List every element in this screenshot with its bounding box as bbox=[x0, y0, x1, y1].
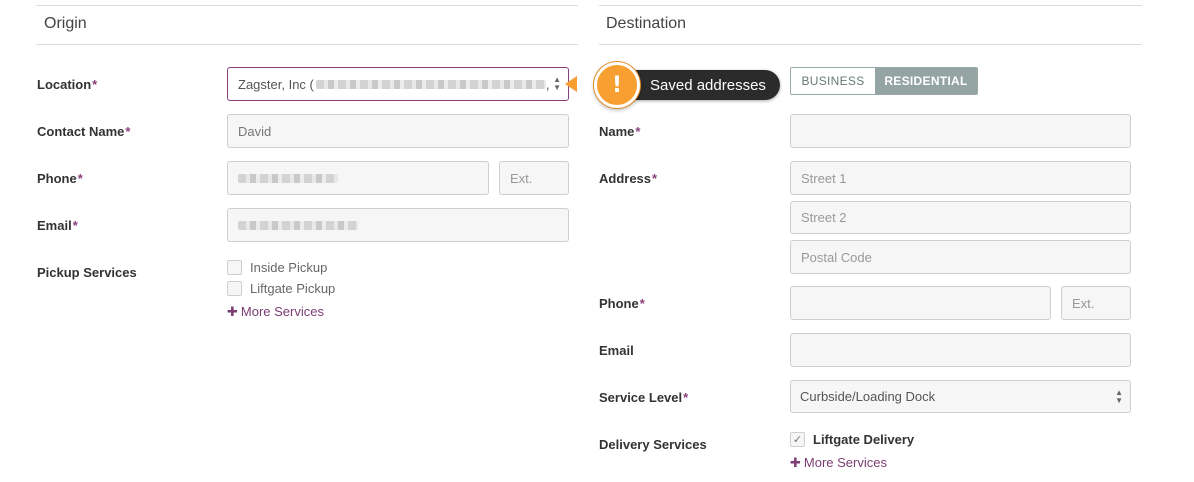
select-arrows-icon: ▲ ▼ bbox=[553, 75, 561, 92]
street2-input[interactable]: Street 2 bbox=[790, 201, 1131, 234]
origin-contact-value: David bbox=[238, 123, 272, 139]
destination-phone-label: Phone* bbox=[599, 296, 645, 311]
inside-pickup-checkbox[interactable] bbox=[227, 260, 242, 275]
liftgate-pickup-checkbox[interactable] bbox=[227, 281, 242, 296]
postal-code-input[interactable]: Postal Code bbox=[790, 240, 1131, 274]
redacted-address bbox=[315, 79, 546, 89]
business-toggle[interactable]: BUSINESS bbox=[791, 68, 875, 94]
destination-name-input[interactable] bbox=[790, 114, 1131, 148]
destination-more-services-link[interactable]: ✚ More Services bbox=[790, 455, 887, 471]
destination-address-label: Address* bbox=[599, 171, 658, 186]
destination-title-rule bbox=[599, 44, 1142, 45]
redacted-phone bbox=[238, 173, 338, 183]
origin-phone-label: Phone* bbox=[37, 171, 83, 186]
destination-name-label: Name* bbox=[599, 124, 641, 139]
origin-phone-ext-input[interactable]: Ext. bbox=[499, 161, 569, 195]
origin-location-label: Location* bbox=[37, 77, 98, 92]
street1-placeholder: Street 1 bbox=[801, 170, 847, 186]
inside-pickup-option[interactable]: Inside Pickup bbox=[227, 260, 327, 275]
origin-contact-label: Contact Name* bbox=[37, 124, 131, 139]
service-level-value: Curbside/Loading Dock bbox=[800, 389, 936, 404]
destination-ext-placeholder: Ext. bbox=[1072, 295, 1095, 311]
origin-pickup-label: Pickup Services bbox=[37, 265, 137, 280]
address-type-toggle[interactable]: BUSINESS RESIDENTIAL bbox=[790, 67, 978, 95]
tooltip-pointer bbox=[565, 76, 577, 92]
origin-phone-input[interactable] bbox=[227, 161, 489, 195]
origin-ext-placeholder: Ext. bbox=[510, 170, 533, 186]
liftgate-delivery-option[interactable]: ✓ Liftgate Delivery bbox=[790, 432, 914, 447]
origin-top-rule bbox=[36, 5, 578, 6]
destination-email-input[interactable] bbox=[790, 333, 1131, 367]
destination-phone-input[interactable] bbox=[790, 286, 1051, 320]
redacted-email bbox=[238, 220, 358, 230]
destination-top-rule bbox=[599, 5, 1142, 6]
exclamation-icon: ! bbox=[594, 62, 640, 108]
service-level-select[interactable]: Curbside/Loading Dock ▲ ▼ bbox=[790, 380, 1131, 413]
inside-pickup-label: Inside Pickup bbox=[250, 260, 328, 275]
street1-input[interactable]: Street 1 bbox=[790, 161, 1131, 195]
service-level-label: Service Level* bbox=[599, 390, 689, 405]
delivery-services-label: Delivery Services bbox=[599, 437, 707, 452]
origin-more-services-label: More Services bbox=[240, 304, 324, 319]
destination-more-services-label: More Services bbox=[803, 455, 887, 470]
street2-placeholder: Street 2 bbox=[801, 210, 847, 225]
origin-email-input[interactable] bbox=[227, 208, 569, 242]
destination-title: Destination bbox=[606, 15, 687, 32]
tooltip-text: Saved addresses bbox=[628, 70, 780, 100]
plus-icon: ✚ bbox=[227, 304, 238, 319]
liftgate-pickup-label: Liftgate Pickup bbox=[250, 281, 336, 296]
saved-addresses-tooltip[interactable]: ! Saved addresses bbox=[594, 62, 780, 108]
origin-more-services-link[interactable]: ✚ More Services bbox=[227, 304, 324, 320]
origin-email-label: Email* bbox=[37, 218, 78, 233]
origin-location-value: Zagster, Inc ( bbox=[238, 76, 314, 92]
postal-placeholder: Postal Code bbox=[801, 249, 872, 265]
liftgate-delivery-label: Liftgate Delivery bbox=[813, 432, 915, 447]
plus-icon: ✚ bbox=[790, 455, 801, 470]
select-arrows-icon: ▲ ▼ bbox=[1115, 387, 1123, 405]
liftgate-pickup-option[interactable]: Liftgate Pickup bbox=[227, 281, 335, 296]
destination-phone-ext-input[interactable]: Ext. bbox=[1061, 286, 1131, 320]
check-icon: ✓ bbox=[792, 434, 803, 446]
origin-title: Origin bbox=[44, 15, 87, 32]
residential-toggle[interactable]: RESIDENTIAL bbox=[875, 68, 977, 94]
liftgate-delivery-checkbox[interactable]: ✓ bbox=[790, 432, 805, 447]
origin-location-select[interactable]: Zagster, Inc ( , ▲ ▼ bbox=[227, 67, 569, 101]
destination-email-label: Email bbox=[599, 343, 634, 358]
origin-contact-input[interactable]: David bbox=[227, 114, 569, 148]
origin-title-rule bbox=[36, 44, 578, 45]
